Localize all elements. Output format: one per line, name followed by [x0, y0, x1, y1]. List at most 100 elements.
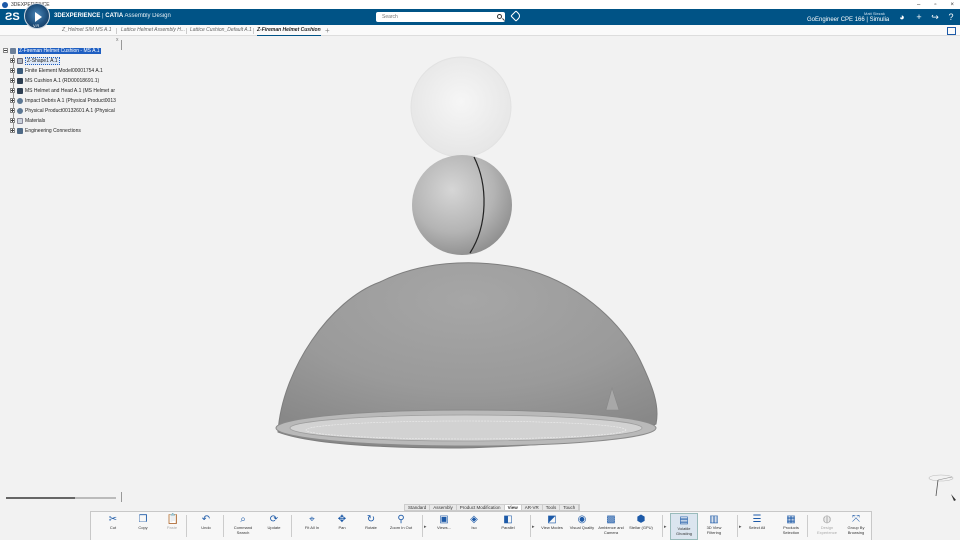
search-icon[interactable]: [497, 14, 502, 19]
view-modes-button[interactable]: ◩ View Modes: [538, 513, 566, 540]
products-selection-button[interactable]: ▦ Products Selection: [777, 513, 805, 540]
3d-viewport[interactable]: [0, 37, 960, 510]
views-button[interactable]: ▣ Views...: [430, 513, 458, 540]
stellar-gpu-button[interactable]: ⬢ Stellar (GPU): [627, 513, 655, 540]
compass-icon[interactable]: V.R: [24, 3, 50, 29]
tree-item-z-shape[interactable]: Z-Shape1 A.1: [10, 56, 60, 65]
copy-button[interactable]: ❐ Copy: [129, 513, 157, 540]
tree-item-label[interactable]: Z-Shape1 A.1: [25, 56, 60, 65]
command-search-button[interactable]: ⌕ Command Search: [229, 513, 257, 540]
expand-icon[interactable]: [10, 68, 15, 73]
help-icon[interactable]: ?: [946, 12, 956, 22]
tenant-selector[interactable]: GoEngineer CPE 166 | Simulia: [807, 17, 889, 23]
tag-icon[interactable]: [510, 10, 522, 22]
rotate-button[interactable]: ↻ Rotate: [357, 513, 385, 540]
close-button[interactable]: ×: [950, 2, 954, 8]
paste-button[interactable]: 📋 Paste: [158, 513, 186, 540]
fit-all-in-button[interactable]: ⌖ Fit All In: [298, 513, 326, 540]
add-icon[interactable]: +: [914, 12, 924, 22]
impactor-sphere[interactable]: [412, 155, 512, 255]
tree-root-label[interactable]: Z-Fireman Helmet Cushion - MS A.1: [18, 47, 101, 54]
visual-quality-button[interactable]: ◉ Visual Quality: [568, 513, 596, 540]
more-commands-icon[interactable]: ▸: [664, 524, 667, 530]
update-icon: ⟳: [269, 514, 279, 525]
tab-bar: Z_Helmet SIM MS A.1 Lattice Helmet Assem…: [0, 25, 960, 36]
ghost-impactor-sphere[interactable]: [410, 56, 512, 158]
update-button[interactable]: ⟳ Update: [260, 513, 288, 540]
tab-lattice-cushion[interactable]: Lattice Cushion_Default A.1: [190, 25, 252, 36]
tree-item-label[interactable]: MS Helmet and Head A.1 (MS Helmet ar: [25, 88, 115, 94]
tree-root[interactable]: Z-Fireman Helmet Cushion - MS A.1: [3, 46, 101, 55]
minimize-button[interactable]: –: [917, 2, 920, 8]
action-bar: ✂ Cut ❐ Copy 📋 Paste ↶ Undo ⌕ Command Search ⟳ Upda…: [90, 511, 872, 540]
3d-view-filtering-button[interactable]: ▥ 3D View Filtering: [700, 513, 728, 540]
expand-icon[interactable]: [10, 88, 15, 93]
fem-icon: [17, 67, 23, 74]
connections-icon: [17, 127, 23, 134]
design-experience-button[interactable]: ◍ Design Experience: [813, 513, 841, 540]
tree-item-fem[interactable]: Finite Element Model00001754 A.1: [10, 66, 103, 75]
tree-item-label[interactable]: Materials: [25, 118, 45, 124]
volatile-ghosting-button[interactable]: ▤ Volatile Ghosting: [670, 513, 698, 540]
more-commands-icon[interactable]: ▸: [424, 524, 427, 530]
zoom-in-out-button[interactable]: ⚲ Zoom In Out: [387, 513, 415, 540]
more-commands-icon[interactable]: ▸: [532, 524, 535, 530]
section-tab-ar-vr[interactable]: AR-VR: [522, 505, 543, 510]
tab-z-helmet-sim[interactable]: Z_Helmet SIM MS A.1: [62, 25, 112, 36]
iso-button[interactable]: ◈ Iso: [460, 513, 488, 540]
axis-triad-icon[interactable]: [924, 470, 958, 504]
tree-panel-divider[interactable]: [121, 40, 122, 50]
tab-fireman-helmet-cushion[interactable]: Z-Fireman Helmet Cushion: [257, 25, 321, 36]
expand-icon[interactable]: [10, 78, 15, 83]
assembly-icon: [10, 47, 16, 54]
maximize-button[interactable]: ▫: [934, 2, 936, 8]
tree-close-icon[interactable]: x: [116, 37, 119, 43]
expand-icon[interactable]: [10, 118, 15, 123]
undo-button[interactable]: ↶ Undo: [192, 513, 220, 540]
tree-item-materials[interactable]: Materials: [10, 116, 45, 125]
section-tab-standard[interactable]: Standard: [405, 505, 431, 510]
tree-item-physical-product[interactable]: Physical Product00132601 A.1 (Physical: [10, 106, 115, 115]
expand-icon[interactable]: [10, 58, 15, 63]
section-tab-tools[interactable]: Tools: [543, 505, 561, 510]
avatar[interactable]: ◕: [897, 12, 907, 22]
tree-item-label[interactable]: Finite Element Model00001754 A.1: [25, 68, 103, 74]
tree-scroll-slider[interactable]: [6, 497, 116, 499]
share-icon[interactable]: ↪: [930, 12, 940, 22]
tree-item-ms-cushion[interactable]: MS Cushion A.1 (RD00018691.1): [10, 76, 99, 85]
tree-item-ms-helmet-head[interactable]: MS Helmet and Head A.1 (MS Helmet ar: [10, 86, 115, 95]
tree-item-label[interactable]: MS Cushion A.1 (RD00018691.1): [25, 78, 99, 84]
tree-item-label[interactable]: Physical Product00132601 A.1 (Physical: [25, 108, 115, 114]
section-tab-assembly[interactable]: Assembly: [430, 505, 457, 510]
add-tab-icon[interactable]: +: [325, 25, 330, 36]
fullscreen-icon[interactable]: [947, 27, 956, 35]
ambience-and-camera-button[interactable]: ▩ Ambience and Camera: [597, 513, 625, 540]
expand-icon[interactable]: [10, 98, 15, 103]
collapse-icon[interactable]: [3, 48, 8, 53]
tree-item-label[interactable]: Impact Debris A.1 (Physical Product0013: [25, 98, 116, 104]
parallel-button[interactable]: ◧ Parallel: [494, 513, 522, 540]
tab-lattice-helmet-assembly[interactable]: Lattice Helmet Assembly H...: [121, 25, 185, 36]
select-all-icon: ☰: [752, 514, 762, 525]
section-tab-product-modification[interactable]: Product Modification: [457, 505, 505, 510]
ds-logo-icon[interactable]: ƧS: [5, 10, 20, 24]
helmet-inner-rim: [289, 414, 643, 442]
search-box[interactable]: [376, 12, 505, 22]
toolbar-separator: [186, 515, 187, 537]
expand-icon[interactable]: [10, 108, 15, 113]
tree-item-engineering-connections[interactable]: Engineering Connections: [10, 126, 81, 135]
more-commands-icon[interactable]: ▸: [739, 524, 742, 530]
cut-button[interactable]: ✂ Cut: [99, 513, 127, 540]
3d-model-canvas[interactable]: [0, 37, 960, 510]
tree-item-label[interactable]: Engineering Connections: [25, 128, 81, 134]
group-by-browsing-button[interactable]: ⤧ Group By Browsing: [842, 513, 870, 540]
search-input[interactable]: [376, 12, 486, 22]
select-all-button[interactable]: ☰ Select All: [743, 513, 771, 540]
toolbar-separator: [662, 515, 663, 537]
expand-icon[interactable]: [10, 128, 15, 133]
section-tab-touch[interactable]: Touch: [560, 505, 580, 510]
tree-item-impact-debris[interactable]: Impact Debris A.1 (Physical Product0013: [10, 96, 116, 105]
pan-button[interactable]: ✥ Pan: [328, 513, 356, 540]
user-name[interactable]: Matt Slezak: [864, 11, 885, 16]
section-tab-view[interactable]: View: [504, 505, 522, 510]
